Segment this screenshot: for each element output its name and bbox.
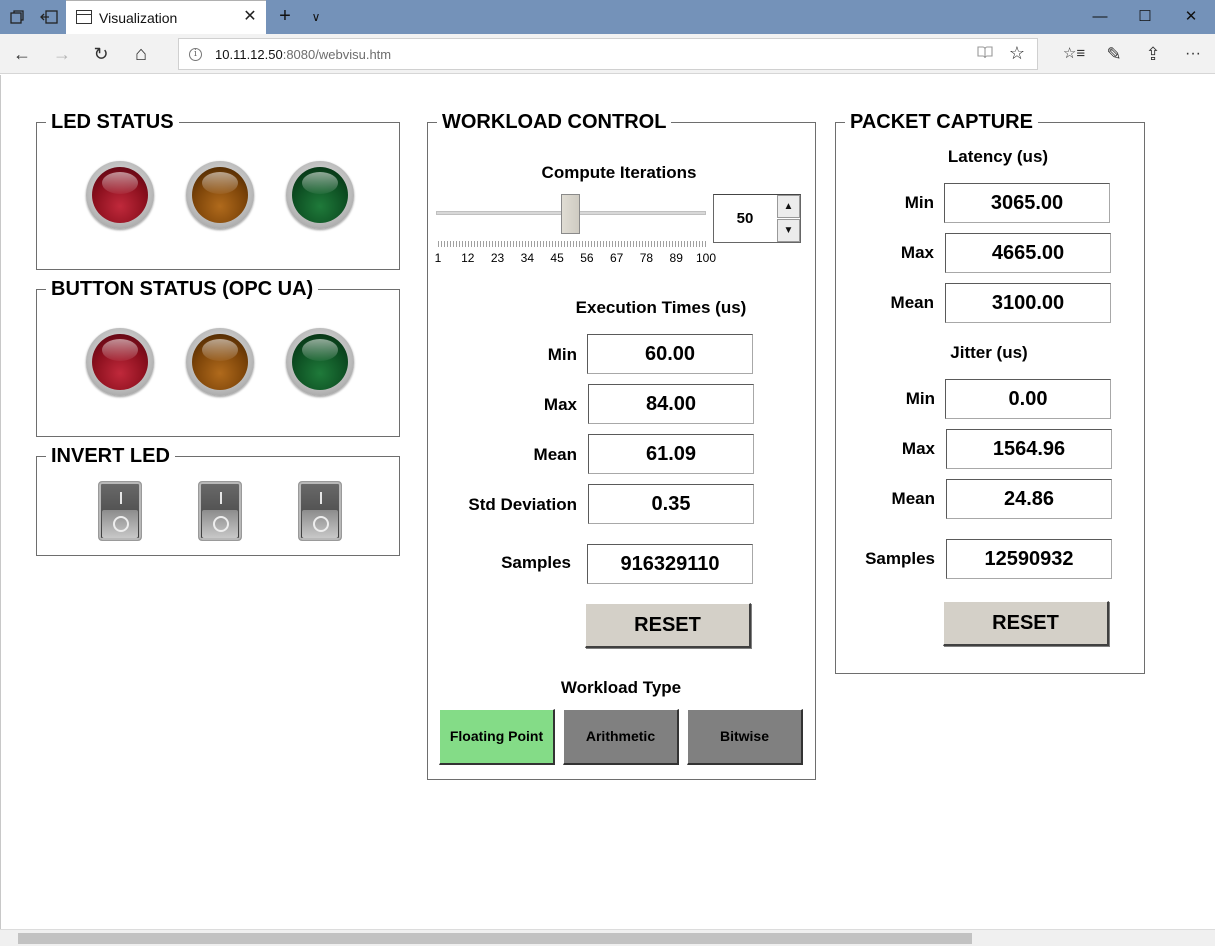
button-led-amber [186, 328, 254, 396]
invert-switch-2[interactable] [198, 481, 242, 541]
slider-tick-label: 23 [490, 251, 505, 265]
exec-std-value: 0.35 [588, 484, 754, 524]
led-amber [186, 161, 254, 229]
back-icon[interactable]: ← [4, 38, 40, 70]
tab-title: Visualization [99, 10, 178, 26]
button-led-red [86, 328, 154, 396]
exec-mean-label: Mean [533, 445, 577, 464]
execution-times-title: Execution Times (us) [575, 298, 747, 317]
jitter-mean-label: Mean [891, 489, 935, 508]
exec-mean-value: 61.09 [588, 434, 754, 474]
button-status-title: BUTTON STATUS (OPC UA) [46, 277, 319, 301]
packet-capture-title: PACKET CAPTURE [845, 110, 1038, 134]
compute-iterations-spinbox[interactable]: 50 ▲ ▼ [713, 194, 801, 243]
jitter-max-label: Max [901, 439, 935, 458]
tab-close-icon[interactable]: ✕ [240, 7, 260, 27]
scrollbar-thumb[interactable] [18, 933, 972, 944]
latency-mean-value: 3100.00 [945, 283, 1111, 323]
spinbox-value[interactable]: 50 [714, 195, 776, 242]
horizontal-scrollbar[interactable] [0, 929, 1215, 946]
latency-max-value: 4665.00 [945, 233, 1111, 273]
packet-samples-value: 12590932 [946, 539, 1112, 579]
reading-view-icon[interactable] [977, 45, 993, 63]
jitter-min-value: 0.00 [945, 379, 1111, 419]
compute-slider-thumb[interactable] [561, 194, 581, 234]
workload-reset-button[interactable]: RESET [585, 603, 751, 648]
invert-led-group: INVERT LED [36, 444, 400, 556]
webvisu-page: LED STATUS BUTTON STATUS (OPC UA) INVERT… [0, 75, 1215, 930]
refresh-icon[interactable]: ↻ [83, 38, 119, 70]
packet-samples-label: Samples [865, 549, 935, 568]
exec-max-value: 84.00 [588, 384, 754, 424]
browser-titlebar: Visualization ✕ + ∨ — ☐ ✕ [0, 0, 1215, 34]
latency-max-label: Max [900, 243, 934, 262]
home-icon[interactable]: ⌂ [123, 38, 159, 70]
tab-list-chevron-icon[interactable]: ∨ [303, 4, 329, 30]
slider-tick-label: 12 [461, 251, 475, 265]
slider-tick-label: 45 [550, 251, 564, 265]
button-led-green [286, 328, 354, 396]
exec-samples-label: Samples [501, 553, 571, 572]
forward-icon[interactable]: → [44, 38, 80, 70]
jitter-min-label: Min [905, 389, 935, 408]
led-green [286, 161, 354, 229]
hub-icon[interactable]: ☆≡ [1056, 38, 1092, 70]
exec-std-label: Std Deviation [468, 495, 577, 514]
workload-type-arithmetic[interactable]: Arithmetic [563, 709, 679, 765]
jitter-max-value: 1564.96 [946, 429, 1112, 469]
latency-title: Latency (us) [947, 147, 1049, 166]
slider-tick-label: 1 [434, 251, 442, 265]
button-status-group: BUTTON STATUS (OPC UA) [36, 277, 400, 437]
invert-switch-1[interactable] [98, 481, 142, 541]
close-window-button[interactable]: ✕ [1168, 0, 1214, 34]
url-path: :8080/webvisu.htm [282, 47, 392, 62]
info-icon[interactable]: i [189, 48, 202, 61]
slider-tick-label: 34 [520, 251, 535, 265]
latency-min-value: 3065.00 [944, 183, 1110, 223]
compute-slider-ticks [438, 241, 708, 247]
slider-tick-label: 100 [695, 251, 717, 265]
packet-reset-button[interactable]: RESET [943, 601, 1109, 646]
latency-min-label: Min [904, 193, 934, 212]
page-icon [76, 10, 92, 24]
favorite-star-icon[interactable]: ☆ [1009, 43, 1025, 64]
browser-navbar: ← → ↻ ⌂ i 10.11.12.50:8080/webvisu.htm ☆… [0, 34, 1215, 74]
workload-control-title: WORKLOAD CONTROL [437, 110, 672, 134]
workload-type-title: Workload Type [560, 678, 682, 697]
minimize-button[interactable]: — [1077, 0, 1123, 34]
led-red [86, 161, 154, 229]
jitter-title: Jitter (us) [950, 343, 1028, 362]
exec-max-label: Max [543, 395, 577, 414]
share-icon[interactable]: ⇪ [1135, 38, 1171, 70]
more-icon[interactable]: ··· [1175, 38, 1211, 70]
address-bar[interactable]: i 10.11.12.50:8080/webvisu.htm ☆ [178, 38, 1038, 70]
slider-tick-label: 56 [580, 251, 594, 265]
maximize-button[interactable]: ☐ [1122, 0, 1168, 34]
notes-icon[interactable]: ✎ [1096, 38, 1132, 70]
url-text[interactable]: 10.11.12.50:8080/webvisu.htm [215, 47, 391, 62]
tab-manager-icon[interactable] [0, 0, 34, 34]
compute-iterations-label: Compute Iterations [541, 163, 697, 182]
slider-tick-label: 78 [639, 251, 654, 265]
jitter-mean-value: 24.86 [946, 479, 1112, 519]
latency-mean-label: Mean [890, 293, 934, 312]
led-status-title: LED STATUS [46, 110, 179, 134]
spin-down-arrow-icon[interactable]: ▼ [777, 219, 800, 242]
workload-type-floating-point[interactable]: Floating Point [439, 709, 555, 765]
spin-up-arrow-icon[interactable]: ▲ [777, 195, 800, 218]
set-tabs-aside-icon[interactable] [32, 0, 66, 34]
workload-type-bitwise[interactable]: Bitwise [687, 709, 803, 765]
exec-min-label: Min [547, 345, 577, 364]
led-status-group: LED STATUS [36, 110, 400, 270]
browser-tab[interactable]: Visualization ✕ [66, 0, 266, 34]
slider-tick-label: 89 [669, 251, 683, 265]
new-tab-button[interactable]: + [272, 4, 298, 30]
exec-min-value: 60.00 [587, 334, 753, 374]
url-host: 10.11.12.50 [215, 47, 283, 62]
invert-led-title: INVERT LED [46, 444, 175, 468]
invert-switch-3[interactable] [298, 481, 342, 541]
exec-samples-value: 916329110 [587, 544, 753, 584]
slider-tick-label: 67 [609, 251, 624, 265]
